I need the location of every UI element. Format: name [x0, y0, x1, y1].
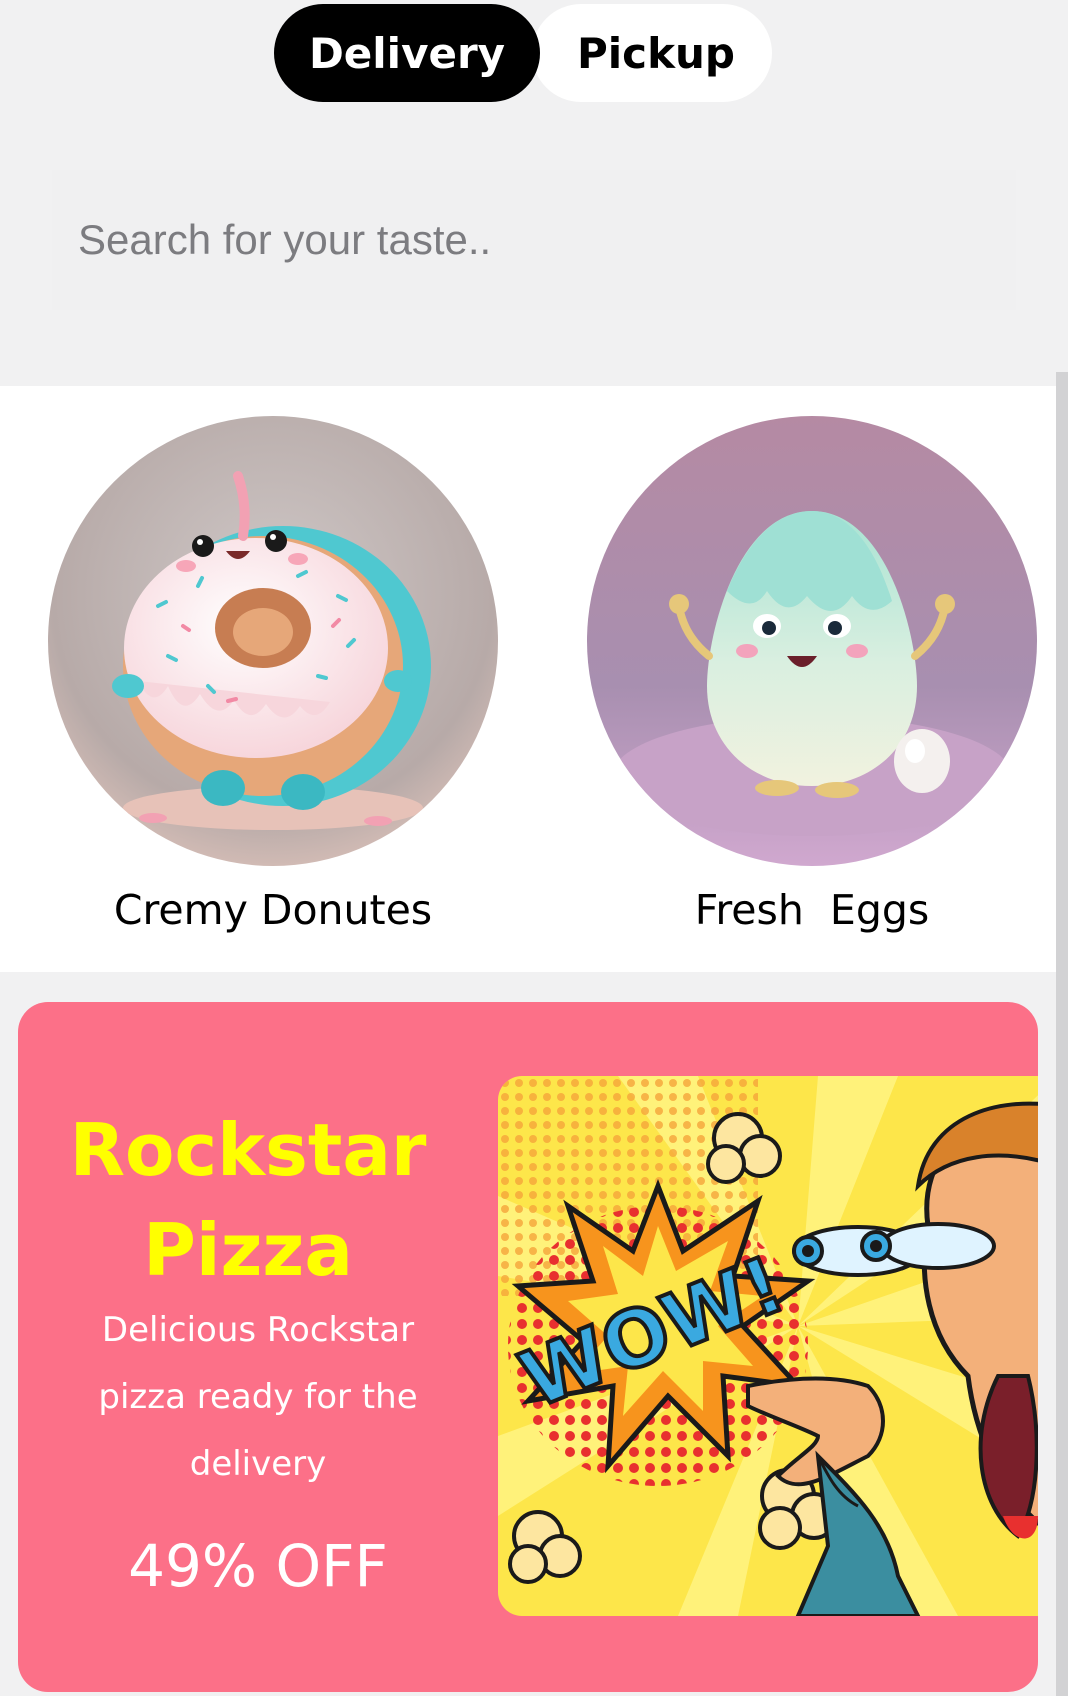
- category-label: Fresh Eggs: [694, 886, 930, 934]
- search-input[interactable]: [52, 215, 1016, 265]
- promo-title-line2: Pizza: [143, 1208, 353, 1292]
- promo-description: Delicious Rockstar pizza ready for the d…: [98, 1310, 418, 1484]
- promo-banner[interactable]: Rockstar Pizza Delicious Rockstar pizza …: [18, 1002, 1038, 1692]
- scrollbar[interactable]: [1056, 372, 1068, 1696]
- search-bar: [52, 170, 1016, 310]
- promo-title: Rockstar Pizza: [48, 1100, 448, 1300]
- egg-character-icon: [587, 416, 1037, 866]
- delivery-mode-toggle: Delivery Pickup: [274, 4, 772, 102]
- pickup-tab[interactable]: Pickup: [532, 4, 772, 102]
- promo-title-line1: Rockstar: [69, 1108, 427, 1192]
- category-item-eggs[interactable]: Fresh Eggs: [587, 416, 1037, 934]
- category-list: Cremy Donutes Fresh Eggs: [0, 386, 1056, 972]
- delivery-tab[interactable]: Delivery: [274, 4, 540, 102]
- donut-character-icon: [48, 416, 498, 866]
- category-label: Cremy Donutes: [113, 886, 433, 934]
- wow-comic-image: WOW!: [498, 1076, 1038, 1616]
- category-item-donuts[interactable]: Cremy Donutes: [48, 416, 498, 934]
- promo-discount: 49% OFF: [128, 1532, 388, 1600]
